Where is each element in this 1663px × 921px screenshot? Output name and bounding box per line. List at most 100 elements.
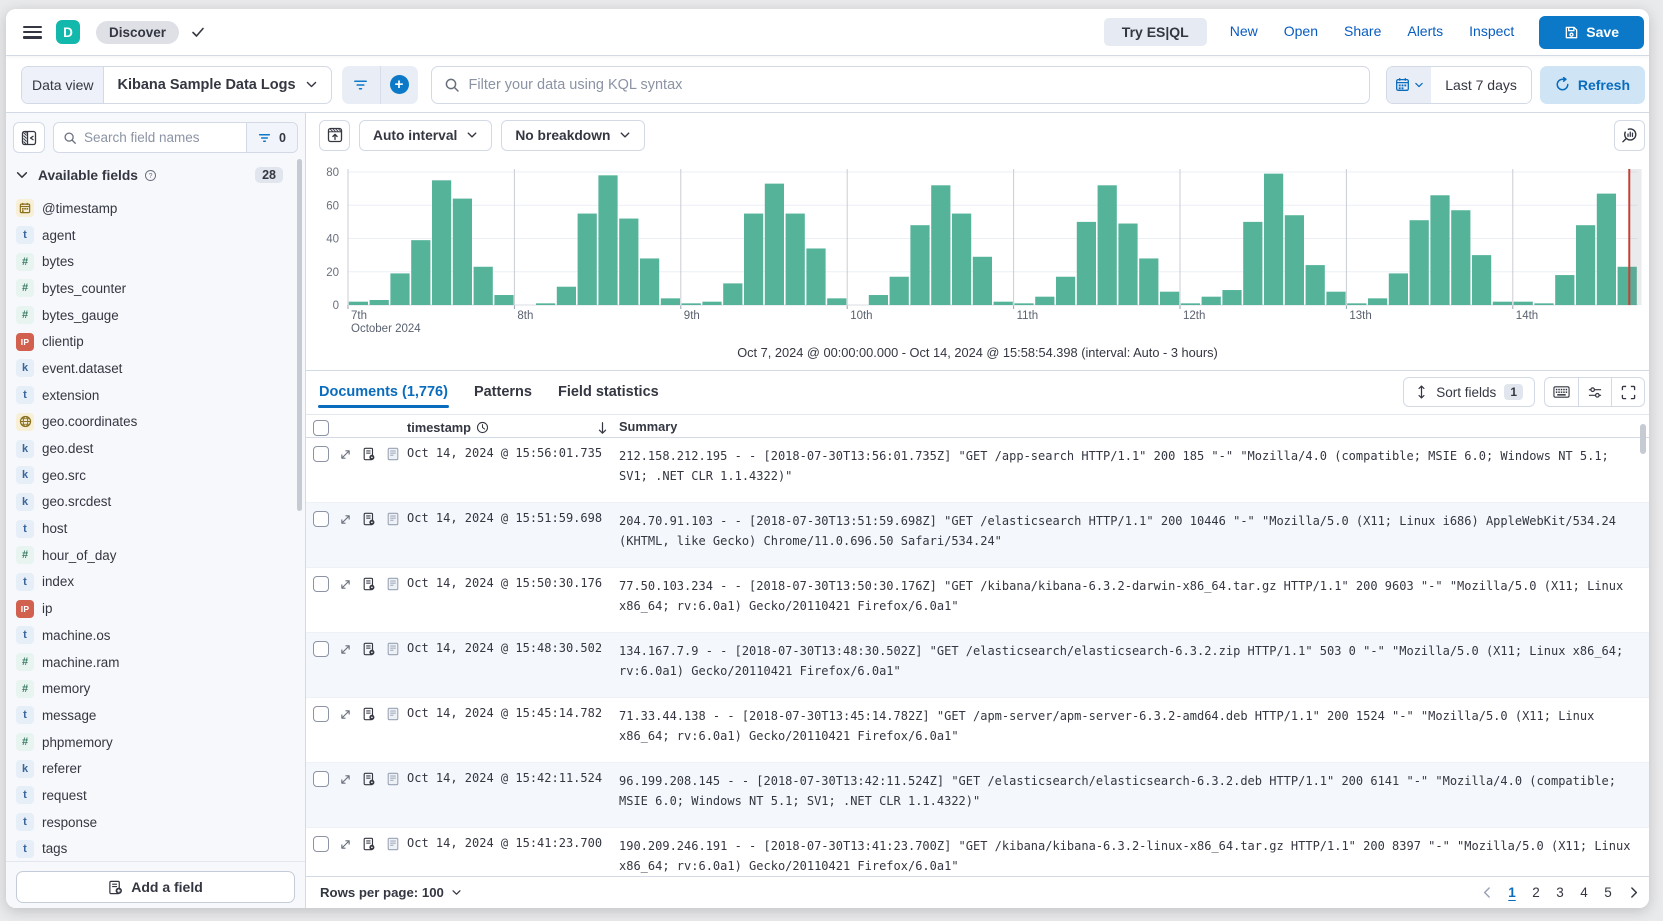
display-options-button[interactable] (1578, 378, 1611, 406)
summary-column-header[interactable]: Summary (619, 419, 677, 434)
page-2-button[interactable]: 2 (1525, 881, 1547, 905)
sort-desc-icon[interactable] (596, 421, 609, 435)
field-item-machine.os[interactable]: t machine.os (6, 622, 305, 649)
field-item-bytes_counter[interactable]: # bytes_counter (6, 275, 305, 302)
chevron-down-icon[interactable] (15, 168, 29, 182)
fullscreen-button[interactable] (1611, 378, 1644, 406)
add-field-button[interactable]: Add a field (16, 871, 295, 903)
field-item-extension[interactable]: t extension (6, 382, 305, 409)
field-item-geo.src[interactable]: k geo.src (6, 462, 305, 489)
field-item-machine.ram[interactable]: # machine.ram (6, 649, 305, 676)
field-item-index[interactable]: t index (6, 569, 305, 596)
data-view-select[interactable]: Kibana Sample Data Logs (104, 67, 330, 103)
view-doc-icon[interactable] (385, 446, 401, 462)
field-item-phpmemory[interactable]: # phpmemory (6, 729, 305, 756)
page-4-button[interactable]: 4 (1573, 881, 1595, 905)
row-checkbox[interactable] (313, 706, 329, 722)
field-item-geo.coordinates[interactable]: geo.coordinates (6, 409, 305, 436)
nav-link-share[interactable]: Share (1344, 23, 1381, 39)
add-filter-button[interactable]: + (379, 65, 418, 104)
view-doc-icon[interactable] (385, 641, 401, 657)
calendar-button[interactable] (1387, 66, 1432, 103)
nav-link-new[interactable]: New (1230, 23, 1258, 39)
breadcrumb-discover[interactable]: Discover (96, 20, 180, 44)
field-item-hour_of_day[interactable]: # hour_of_day (6, 542, 305, 569)
field-item-message[interactable]: t message (6, 702, 305, 729)
row-checkbox[interactable] (313, 836, 329, 852)
nav-link-inspect[interactable]: Inspect (1469, 23, 1514, 39)
interval-select[interactable]: Auto interval (359, 119, 493, 151)
degraded-doc-icon[interactable] (361, 511, 377, 527)
try-esql-button[interactable]: Try ES|QL (1103, 18, 1207, 46)
explore-in-lens-button[interactable] (1614, 119, 1645, 151)
histogram-chart[interactable]: 0 20 40 60 80 7thOctober 2024 8th 9th 10th 11th 12… (306, 160, 1648, 346)
view-doc-icon[interactable] (385, 706, 401, 722)
field-item-response[interactable]: t response (6, 809, 305, 836)
prev-page-button[interactable] (1475, 881, 1499, 905)
nav-link-alerts[interactable]: Alerts (1407, 23, 1443, 39)
field-item-request[interactable]: t request (6, 782, 305, 809)
expand-row-icon[interactable] (337, 771, 353, 787)
expand-row-icon[interactable] (337, 836, 353, 852)
row-checkbox[interactable] (313, 511, 329, 527)
degraded-doc-icon[interactable] (361, 706, 377, 722)
time-range-value[interactable]: Last 7 days (1431, 66, 1531, 103)
menu-icon[interactable] (23, 25, 42, 39)
field-item-tags[interactable]: t tags (6, 836, 305, 862)
tab-patterns[interactable]: Patterns (465, 375, 541, 410)
field-item-memory[interactable]: # memory (6, 675, 305, 702)
select-all-checkbox[interactable] (313, 419, 329, 436)
rows-per-page-select[interactable]: Rows per page: 100 (320, 885, 462, 900)
degraded-doc-icon[interactable] (361, 446, 377, 462)
breakdown-select[interactable]: No breakdown (501, 119, 646, 151)
chart-options-button[interactable] (319, 119, 350, 151)
sidebar-scrollbar[interactable] (297, 159, 302, 511)
timestamp-column-header[interactable]: timestamp (407, 420, 489, 435)
row-checkbox[interactable] (313, 576, 329, 592)
view-doc-icon[interactable] (385, 836, 401, 852)
saved-query-filter-icon[interactable] (342, 66, 380, 104)
row-checkbox[interactable] (313, 446, 329, 462)
expand-row-icon[interactable] (337, 641, 353, 657)
degraded-doc-icon[interactable] (361, 641, 377, 657)
field-item-host[interactable]: t host (6, 515, 305, 542)
expand-row-icon[interactable] (337, 576, 353, 592)
field-item-bytes[interactable]: # bytes (6, 248, 305, 275)
page-5-button[interactable]: 5 (1597, 881, 1619, 905)
degraded-doc-icon[interactable] (361, 836, 377, 852)
field-search[interactable]: Search field names 0 (53, 122, 298, 153)
sort-fields-button[interactable]: Sort fields 1 (1403, 377, 1535, 407)
collapse-sidebar-button[interactable] (13, 122, 45, 153)
view-doc-icon[interactable] (385, 576, 401, 592)
field-item-@timestamp[interactable]: @timestamp (6, 195, 305, 222)
field-item-geo.dest[interactable]: k geo.dest (6, 435, 305, 462)
keyboard-shortcuts-button[interactable] (1545, 378, 1578, 406)
row-checkbox[interactable] (313, 641, 329, 657)
field-filter-button[interactable]: 0 (246, 123, 297, 152)
save-button[interactable]: Save (1539, 15, 1644, 49)
tab-field-statistics[interactable]: Field statistics (549, 375, 668, 410)
view-doc-icon[interactable] (385, 511, 401, 527)
space-avatar[interactable]: D (56, 20, 80, 44)
page-1-button[interactable]: 1 (1501, 881, 1523, 905)
next-page-button[interactable] (1621, 881, 1645, 905)
expand-row-icon[interactable] (337, 446, 353, 462)
page-3-button[interactable]: 3 (1549, 881, 1571, 905)
field-item-agent[interactable]: t agent (6, 222, 305, 249)
field-item-clientip[interactable]: IP clientip (6, 328, 305, 355)
row-checkbox[interactable] (313, 771, 329, 787)
kql-search-bar[interactable]: Filter your data using KQL syntax (430, 65, 1371, 104)
degraded-doc-icon[interactable] (361, 771, 377, 787)
refresh-button[interactable]: Refresh (1539, 65, 1645, 104)
field-item-ip[interactable]: IP ip (6, 595, 305, 622)
nav-link-open[interactable]: Open (1284, 23, 1318, 39)
field-item-referer[interactable]: k referer (6, 755, 305, 782)
expand-row-icon[interactable] (337, 511, 353, 527)
expand-row-icon[interactable] (337, 706, 353, 722)
field-item-event.dataset[interactable]: k event.dataset (6, 355, 305, 382)
tab-documents[interactable]: Documents (1,776) (310, 375, 457, 410)
field-item-bytes_gauge[interactable]: # bytes_gauge (6, 302, 305, 329)
degraded-doc-icon[interactable] (361, 576, 377, 592)
view-doc-icon[interactable] (385, 771, 401, 787)
grid-scrollbar[interactable] (1640, 424, 1646, 454)
